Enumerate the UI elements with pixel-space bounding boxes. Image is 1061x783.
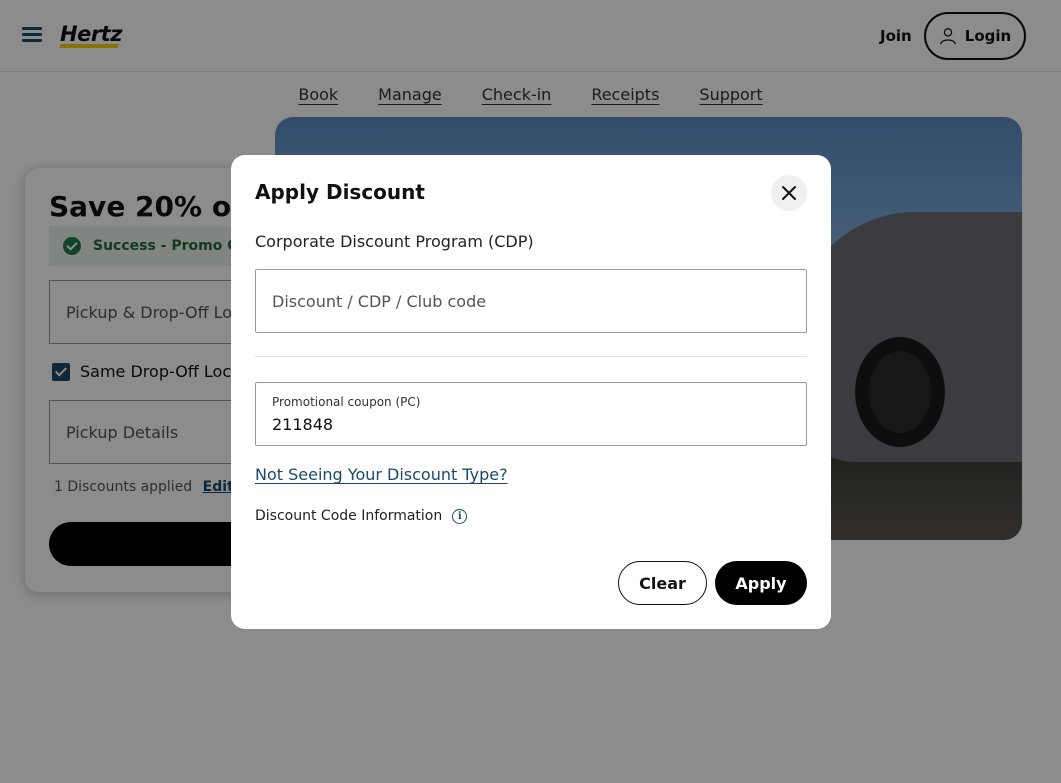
apply-button[interactable]: Apply — [715, 561, 807, 605]
cdp-code-input[interactable] — [255, 269, 807, 333]
promo-coupon-label: Promotional coupon (PC) — [272, 395, 421, 409]
close-icon — [782, 186, 796, 200]
not-seeing-discount-link[interactable]: Not Seeing Your Discount Type? — [255, 465, 508, 484]
clear-button[interactable]: Clear — [618, 561, 707, 605]
info-icon[interactable]: i — [452, 508, 468, 524]
close-button[interactable] — [771, 175, 807, 211]
promo-coupon-value[interactable]: 211848 — [272, 415, 333, 434]
discount-code-info: Discount Code Information i — [255, 508, 468, 524]
apply-discount-modal: Apply Discount Corporate Discount Progra… — [231, 155, 831, 629]
modal-title: Apply Discount — [255, 180, 425, 204]
cdp-label: Corporate Discount Program (CDP) — [255, 232, 534, 251]
discount-code-info-label: Discount Code Information — [255, 508, 443, 524]
promo-coupon-field[interactable]: Promotional coupon (PC) 211848 — [255, 382, 807, 446]
divider — [255, 356, 807, 357]
